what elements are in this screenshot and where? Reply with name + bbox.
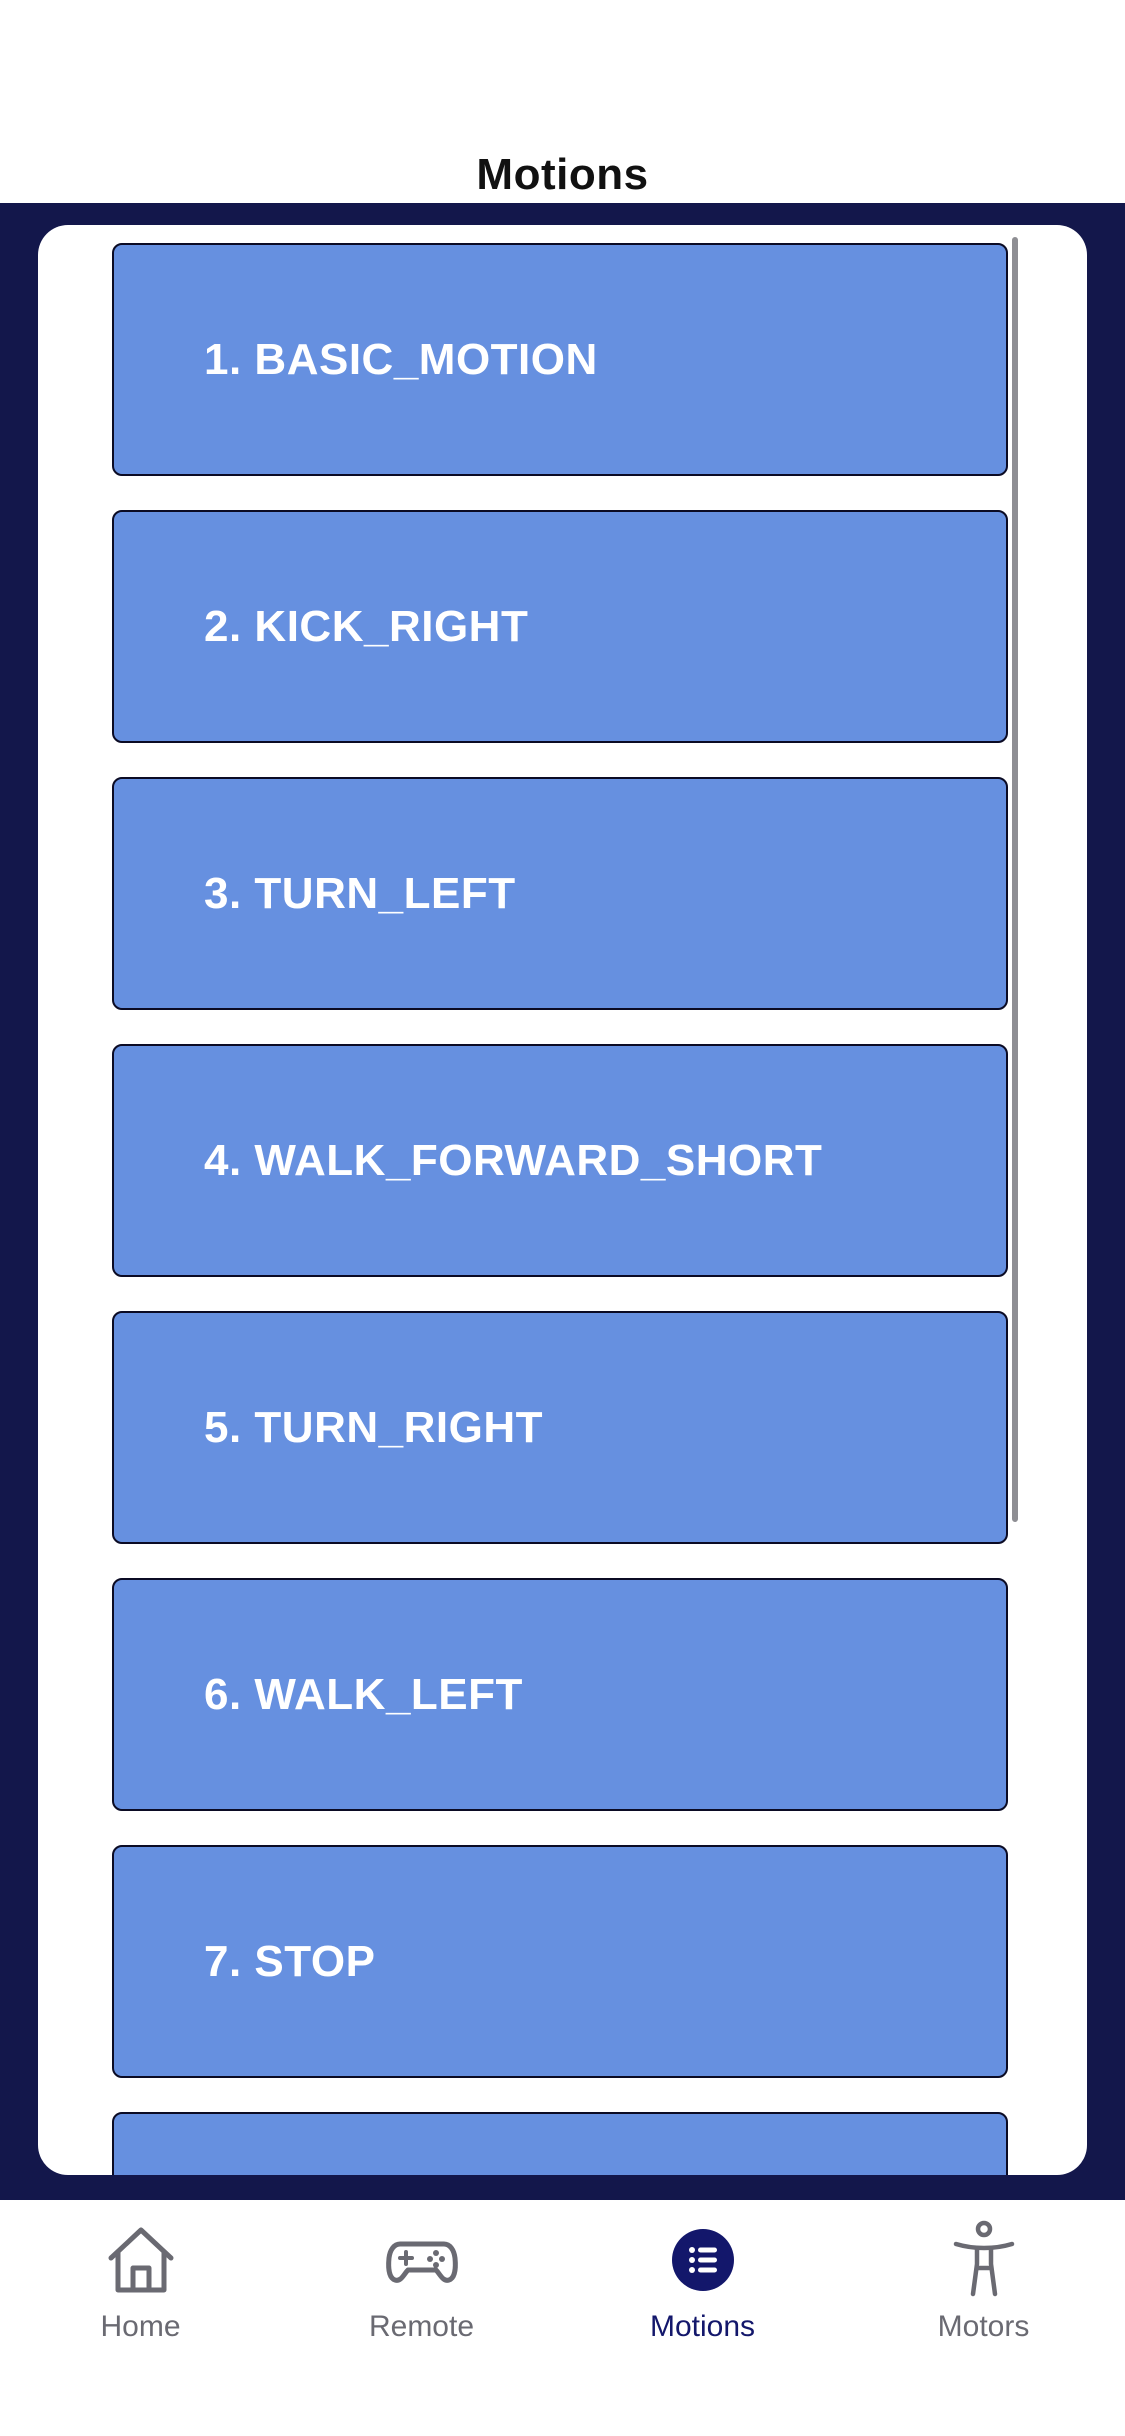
tab-label: Motors	[937, 2310, 1030, 2343]
content-area: 1. BASIC_MOTION 2. KICK_RIGHT 3. TURN_LE…	[0, 203, 1125, 2200]
motion-label: 4. WALK_FORWARD_SHORT	[204, 1135, 823, 1185]
gamepad-icon	[382, 2220, 462, 2300]
tab-home[interactable]: Home	[0, 2200, 281, 2400]
scrollbar[interactable]	[1012, 237, 1018, 1522]
motion-button-turn-right[interactable]: 5. TURN_RIGHT	[112, 1311, 1008, 1544]
motions-card: 1. BASIC_MOTION 2. KICK_RIGHT 3. TURN_LE…	[38, 225, 1087, 2175]
motion-button-kick-right[interactable]: 2. KICK_RIGHT	[112, 510, 1008, 743]
person-icon	[944, 2220, 1024, 2300]
page-title: Motions	[476, 150, 649, 199]
tab-label: Motions	[649, 2310, 756, 2343]
motion-label: 3. TURN_LEFT	[204, 868, 516, 918]
tab-label: Home	[100, 2310, 181, 2343]
tab-remote[interactable]: Remote	[281, 2200, 562, 2400]
motion-label: 7. STOP	[204, 1936, 376, 1986]
motion-label: 5. TURN_RIGHT	[204, 1402, 543, 1452]
tab-bar: Home Remote Motions Motors	[0, 2200, 1125, 2436]
tab-motors[interactable]: Motors	[843, 2200, 1124, 2400]
home-icon	[101, 2220, 181, 2300]
motion-button-walk-left[interactable]: 6. WALK_LEFT	[112, 1578, 1008, 1811]
motion-label: 6. WALK_LEFT	[204, 1669, 523, 1719]
tab-label: Remote	[368, 2310, 475, 2343]
tab-motions[interactable]: Motions	[562, 2200, 843, 2400]
motion-button-stop[interactable]: 7. STOP	[112, 1845, 1008, 2078]
header: Motions	[0, 0, 1125, 203]
motion-button-turn-left[interactable]: 3. TURN_LEFT	[112, 777, 1008, 1010]
motion-label: 2. KICK_RIGHT	[204, 601, 529, 651]
motion-button-partial[interactable]	[112, 2112, 1008, 2175]
list-icon	[663, 2220, 743, 2300]
motion-button-walk-forward-short[interactable]: 4. WALK_FORWARD_SHORT	[112, 1044, 1008, 1277]
motion-button-basic-motion[interactable]: 1. BASIC_MOTION	[112, 243, 1008, 476]
motion-label: 1. BASIC_MOTION	[204, 334, 598, 384]
